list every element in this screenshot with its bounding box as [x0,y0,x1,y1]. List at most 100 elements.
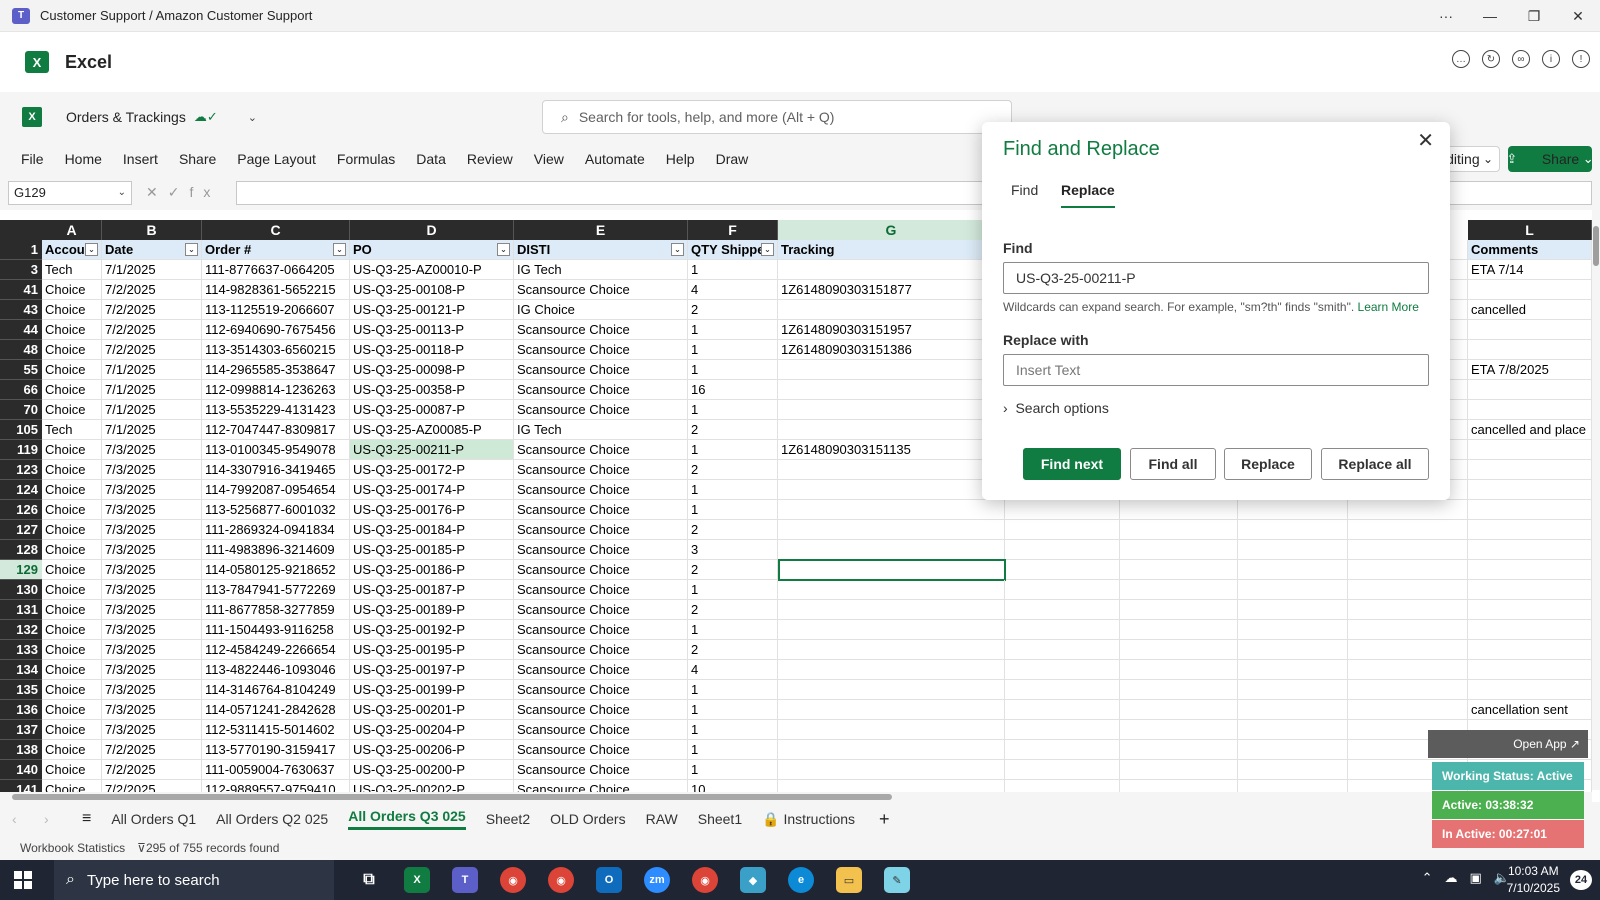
refresh-icon[interactable]: ↻ [1482,50,1500,68]
table-cell[interactable] [1238,740,1348,760]
row-header[interactable]: 105 [0,420,42,440]
table-cell[interactable] [1348,680,1468,700]
table-cell[interactable] [1348,500,1468,520]
table-cell[interactable]: Choice [42,480,102,500]
table-cell[interactable] [1005,560,1120,580]
table-cell[interactable] [1348,700,1468,720]
table-cell[interactable] [1238,700,1348,720]
table-cell[interactable]: 4 [688,660,778,680]
table-cell[interactable]: 114-0571241-2842628 [202,700,350,720]
horizontal-scroll-thumb[interactable] [12,794,892,800]
table-cell[interactable]: Choice [42,340,102,360]
table-cell[interactable]: 7/3/2025 [102,620,202,640]
tab-replace[interactable]: Replace [1061,182,1115,208]
table-cell[interactable]: 112-7047447-8309817 [202,420,350,440]
menu-formulas[interactable]: Formulas [337,151,395,167]
table-cell[interactable]: US-Q3-25-AZ00010-P [350,260,514,280]
table-cell[interactable] [1005,700,1120,720]
table-cell[interactable]: 114-2965585-3538647 [202,360,350,380]
table-cell[interactable] [1348,540,1468,560]
table-cell[interactable] [1238,720,1348,740]
outlook-icon[interactable]: O [596,867,622,893]
menu-home[interactable]: Home [65,151,102,167]
column-header[interactable]: F [688,220,778,240]
table-cell[interactable]: Choice [42,560,102,580]
table-cell[interactable]: Scansource Choice [514,400,688,420]
table-cell[interactable] [1120,620,1238,640]
table-cell[interactable]: 7/3/2025 [102,480,202,500]
table-cell[interactable]: 112-0998814-1236263 [202,380,350,400]
find-all-button[interactable]: Find all [1130,448,1216,480]
column-header[interactable]: G [778,220,1005,240]
table-cell[interactable]: 1Z6148090303151386 [778,340,1005,360]
table-cell[interactable]: 7/3/2025 [102,560,202,580]
table-cell[interactable] [1468,560,1592,580]
table-cell[interactable] [1120,520,1238,540]
onedrive-icon[interactable]: ☁ [1445,870,1458,886]
table-cell[interactable] [1348,660,1468,680]
menu-share[interactable]: Share [179,151,216,167]
table-cell[interactable] [778,420,1005,440]
row-header[interactable]: 141 [0,780,42,792]
table-cell[interactable]: 2 [688,560,778,580]
header-cell[interactable]: Order # ⌄ [202,240,350,260]
table-cell[interactable] [1238,560,1348,580]
table-cell[interactable] [1005,660,1120,680]
table-cell[interactable]: Scansource Choice [514,360,688,380]
row-header[interactable]: 131 [0,600,42,620]
table-cell[interactable] [778,740,1005,760]
row-header[interactable]: 66 [0,380,42,400]
table-cell[interactable]: 10 [688,780,778,792]
row-header[interactable]: 137 [0,720,42,740]
table-cell[interactable]: US-Q3-25-00202-P [350,780,514,792]
table-cell[interactable]: 7/2/2025 [102,760,202,780]
table-cell[interactable] [1468,440,1592,460]
table-cell[interactable]: 1 [688,360,778,380]
table-cell[interactable]: Scansource Choice [514,720,688,740]
table-cell[interactable]: Choice [42,780,102,792]
table-cell[interactable]: 7/2/2025 [102,340,202,360]
table-cell[interactable] [1348,520,1468,540]
table-cell[interactable]: Choice [42,640,102,660]
table-cell[interactable]: Choice [42,460,102,480]
chrome-icon[interactable]: ◉ [500,867,526,893]
table-cell[interactable]: US-Q3-25-00176-P [350,500,514,520]
table-cell[interactable]: 4 [688,280,778,300]
zoom-icon[interactable]: zm [644,867,670,893]
table-cell[interactable]: 7/2/2025 [102,780,202,792]
document-name[interactable]: Orders & Trackings [66,109,186,125]
find-input[interactable]: US-Q3-25-00211-P [1003,262,1429,294]
share-button[interactable]: ⇪ Share ⌄ [1506,146,1594,172]
table-cell[interactable]: US-Q3-25-AZ00085-P [350,420,514,440]
table-cell[interactable] [1468,520,1592,540]
row-header[interactable]: 3 [0,260,42,280]
table-cell[interactable]: IG Tech [514,420,688,440]
table-cell[interactable]: 113-4822446-1093046 [202,660,350,680]
column-header[interactable]: A [42,220,102,240]
sheet-tab[interactable]: All Orders Q1 [111,811,196,827]
table-cell[interactable] [778,380,1005,400]
table-cell[interactable]: 1 [688,700,778,720]
notepad-icon[interactable]: ✎ [884,867,910,893]
table-cell[interactable]: 1 [688,340,778,360]
table-cell[interactable] [1468,620,1592,640]
table-cell[interactable]: Choice [42,520,102,540]
table-cell[interactable]: 1 [688,760,778,780]
table-cell[interactable]: Choice [42,620,102,640]
table-cell[interactable] [1238,660,1348,680]
filter-dropdown-icon[interactable]: ⌄ [497,243,510,256]
table-cell[interactable] [1468,480,1592,500]
sheet-tab-locked[interactable]: 🔒 Instructions [762,811,855,828]
table-cell[interactable]: 7/3/2025 [102,500,202,520]
row-header[interactable]: 126 [0,500,42,520]
table-cell[interactable]: 1Z6148090303151135 [778,440,1005,460]
link-icon[interactable]: ∞ [1512,50,1530,68]
select-all-corner[interactable] [0,220,42,240]
search-input[interactable]: ⌕ Search for tools, help, and more (Alt … [542,100,1012,134]
sheet-tab-active[interactable]: All Orders Q3 025 [348,808,466,830]
menu-review[interactable]: Review [467,151,513,167]
table-cell[interactable]: Choice [42,500,102,520]
table-cell[interactable]: 1Z6148090303151877 [778,280,1005,300]
notification-badge[interactable]: 24 [1570,870,1592,890]
table-cell[interactable] [1005,540,1120,560]
